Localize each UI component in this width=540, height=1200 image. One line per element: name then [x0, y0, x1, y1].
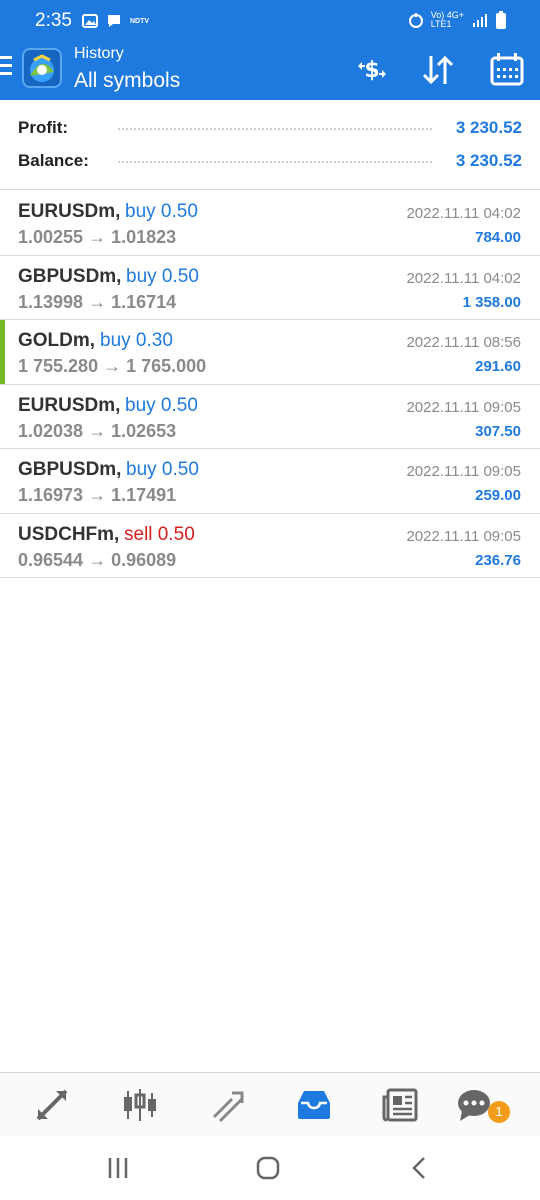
quotes-icon[interactable] — [34, 1087, 70, 1123]
trade-prices: 1.16973 → 1.17491 — [18, 485, 177, 505]
trade-symbol: EURUSDm, — [18, 201, 121, 222]
trade-date: 2022.11.11 04:02 — [406, 205, 521, 222]
profit-row: Profit: 3 230.52 — [18, 114, 522, 144]
back-icon[interactable] — [406, 1154, 434, 1182]
trade-row[interactable]: GOLDm, buy 0.30 1 755.280 → 1 765.000 20… — [0, 320, 540, 385]
dot-leader — [118, 128, 432, 130]
svg-text:$: $ — [364, 58, 379, 83]
row-accent — [0, 256, 5, 320]
bottom-nav — [0, 1072, 540, 1136]
trade-date: 2022.11.11 09:05 — [406, 398, 521, 416]
chat-icon[interactable] — [456, 1087, 492, 1123]
home-icon[interactable] — [254, 1154, 282, 1182]
row-accent — [0, 514, 5, 578]
balance-value: 3 230.52 — [455, 151, 522, 170]
trade-symbol: GBPUSDm, — [18, 265, 122, 287]
trade-side: buy 0.50 — [126, 265, 199, 287]
row-accent — [0, 449, 5, 513]
trade-prices: 1.02038 → 1.02653 — [18, 420, 177, 441]
data-saver-icon — [408, 13, 423, 28]
message-icon — [108, 15, 120, 27]
trade-icon[interactable] — [210, 1087, 246, 1123]
menu-icon[interactable] — [0, 56, 14, 80]
cell-signal-icon — [473, 14, 487, 27]
trade-symbol: GOLDm, — [18, 330, 96, 351]
trade-prices: 1.00255 → 1.01823 — [18, 227, 177, 247]
trade-date: 2022.11.11 09:05 — [406, 463, 521, 480]
trade-profit: 291.60 — [475, 358, 521, 375]
trade-symbol: USDCHFm, — [18, 523, 120, 545]
gallery-icon — [82, 14, 98, 28]
chart-icon[interactable] — [122, 1087, 158, 1123]
profit-value: 3 230.52 — [455, 118, 522, 137]
trade-side: buy 0.50 — [125, 201, 198, 222]
trade-profit: 1 358.00 — [462, 293, 521, 311]
row-accent — [0, 191, 5, 255]
chat-badge: 1 — [488, 1101, 510, 1123]
trade-row[interactable]: EURUSDm, buy 0.50 1.02038 → 1.02653 2022… — [0, 385, 540, 449]
trade-symbol: EURUSDm, — [18, 394, 121, 416]
calendar-icon[interactable] — [487, 50, 527, 90]
trade-symbol: GBPUSDm, — [18, 459, 122, 480]
trade-prices: 1 755.280 → 1 765.000 — [18, 356, 207, 376]
trade-side: buy 0.50 — [126, 459, 199, 480]
profit-label: Profit: — [18, 118, 69, 137]
dot-leader — [118, 161, 432, 163]
trade-prices: 0.96544 → 0.96089 — [18, 549, 177, 570]
trade-prices: 1.13998 → 1.16714 — [18, 291, 177, 312]
trade-side: buy 0.30 — [100, 330, 173, 351]
news-icon[interactable] — [382, 1087, 418, 1123]
recents-icon[interactable] — [104, 1154, 132, 1182]
row-accent — [0, 320, 5, 384]
network-label: NDTV — [130, 17, 150, 25]
balance-row: Balance: 3 230.52 — [18, 147, 522, 177]
status-bar: 2:35 NDTV Vo) 4G+ LTE1 — [0, 0, 540, 40]
trade-row[interactable]: USDCHFm, sell 0.50 0.96544 → 0.96089 202… — [0, 514, 540, 578]
screen-subtitle: History — [74, 45, 124, 62]
system-icons: Vo) 4G+ LTE1 — [408, 11, 506, 29]
history-icon[interactable] — [296, 1087, 332, 1123]
row-accent — [0, 385, 5, 449]
trade-profit: 236.76 — [475, 551, 521, 569]
trade-date: 2022.11.11 04:02 — [406, 269, 521, 287]
trade-row[interactable]: GBPUSDm, buy 0.50 1.13998 → 1.16714 2022… — [0, 256, 540, 320]
trade-date: 2022.11.11 08:56 — [406, 334, 521, 351]
trade-profit: 259.00 — [475, 487, 521, 504]
trade-side: buy 0.50 — [125, 394, 198, 416]
trade-profit: 307.50 — [475, 422, 521, 440]
signal-text-2: LTE1 — [430, 19, 452, 29]
status-time: 2:35 — [35, 10, 72, 31]
trade-row[interactable]: EURUSDm, buy 0.50 1.00255 → 1.01823 2022… — [0, 191, 540, 256]
screen-title[interactable]: All symbols — [74, 69, 180, 93]
history-summary: Profit: 3 230.52 Balance: 3 230.52 — [0, 100, 540, 190]
deposit-icon[interactable]: $ — [352, 50, 392, 90]
app-bar: History All symbols $ — [0, 40, 540, 100]
trade-list: EURUSDm, buy 0.50 1.00255 → 1.01823 2022… — [0, 191, 540, 578]
trade-side: sell 0.50 — [124, 523, 195, 545]
system-nav-bar — [0, 1136, 540, 1200]
trade-profit: 784.00 — [475, 229, 521, 246]
signal-text: Vo) 4G+ LTE1 — [431, 11, 464, 29]
trade-row[interactable]: GBPUSDm, buy 0.50 1.16973 → 1.17491 2022… — [0, 449, 540, 514]
app-logo[interactable] — [22, 48, 62, 88]
trade-date: 2022.11.11 09:05 — [406, 527, 521, 545]
balance-label: Balance: — [18, 151, 89, 170]
battery-icon — [496, 11, 506, 29]
notification-icons: NDTV — [82, 13, 149, 29]
sort-icon[interactable] — [418, 50, 458, 90]
